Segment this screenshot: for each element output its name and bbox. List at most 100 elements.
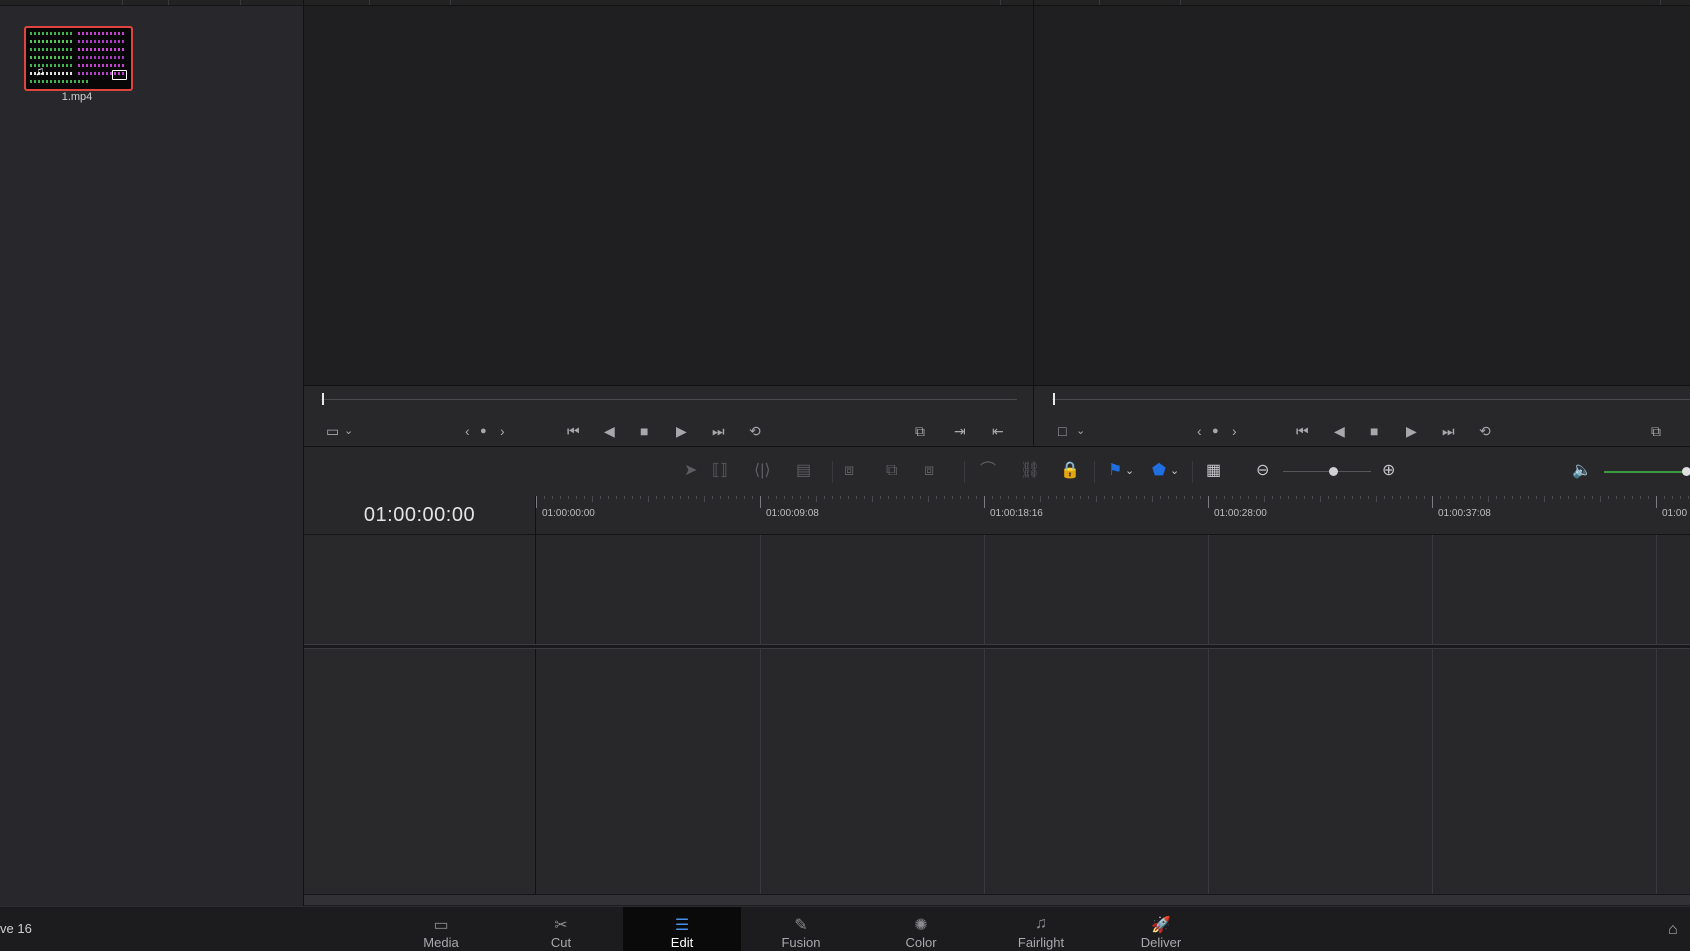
film-frame-icon[interactable]: ▭ — [326, 423, 339, 439]
chevron-down-icon[interactable]: ⌄ — [1125, 464, 1134, 478]
ruler-tick — [904, 496, 905, 499]
timeline-playhead[interactable] — [1053, 393, 1055, 405]
tab-label: Color — [905, 935, 937, 950]
reverse-play-icon[interactable]: ◀ — [604, 423, 615, 439]
audio-track-area[interactable] — [536, 649, 1690, 894]
prev-icon[interactable]: ‹ — [465, 423, 470, 439]
viewer-header — [304, 0, 1033, 6]
ruler-tick — [928, 496, 929, 502]
ruler-tick — [1256, 496, 1257, 499]
selection-tool-icon[interactable]: ➤ — [684, 463, 697, 479]
home-icon[interactable]: ⌂ — [1668, 921, 1678, 939]
lock-icon[interactable]: 🔒 — [1060, 463, 1080, 479]
clip-thumbnail[interactable]: ♫ — [24, 26, 133, 91]
audio-track-header[interactable] — [304, 649, 536, 894]
tab-fairlight[interactable]: ♫ Fairlight — [982, 907, 1100, 951]
frame-icon[interactable]: □ — [1058, 423, 1066, 439]
ruler-tick — [1664, 496, 1665, 499]
dot-icon[interactable]: ● — [480, 423, 487, 439]
stop-icon[interactable]: ■ — [1370, 423, 1378, 439]
jump-to-end-icon[interactable]: ⏭ — [1442, 423, 1455, 439]
ruler-tick — [1288, 496, 1289, 499]
loop-icon[interactable]: ⟲ — [1479, 423, 1491, 439]
ruler-tick — [1168, 496, 1169, 499]
ruler-tick — [1624, 496, 1625, 499]
timeline-horizontal-scrollbar[interactable] — [304, 894, 1690, 905]
volume-slider-track[interactable] — [1604, 471, 1686, 473]
ruler-tick — [816, 496, 817, 502]
ruler-label: 01:00 — [1662, 508, 1688, 519]
source-playhead[interactable] — [322, 393, 324, 405]
ruler-tick — [888, 496, 889, 499]
ruler-tick — [752, 496, 753, 499]
dot-icon[interactable]: ● — [1212, 423, 1219, 439]
ruler-tick — [1152, 496, 1153, 502]
video-track-area[interactable] — [536, 535, 1690, 644]
ruler-tick — [1480, 496, 1481, 499]
tab-edit[interactable]: ☰ Edit — [623, 907, 741, 951]
dynamic-trim-icon[interactable]: ⟨|⟩ — [754, 463, 771, 479]
speaker-icon[interactable]: 🔈 — [1572, 463, 1592, 479]
timecode-display[interactable]: 01:00:00:00 — [304, 496, 536, 535]
ruler-tick — [880, 496, 881, 499]
ruler-tick — [1512, 496, 1513, 499]
ruler-tick — [1464, 496, 1465, 499]
trim-tool-icon[interactable]: ⟦⟧ — [712, 463, 728, 479]
ruler-tick — [1112, 496, 1113, 499]
timeline-ruler[interactable]: 01:00:00:00 01:00:09:08 01:00:18:16 01:0… — [536, 496, 1690, 535]
tab-color[interactable]: ✺ Color — [862, 907, 980, 951]
snapping-icon[interactable]: ⌒ — [980, 463, 996, 479]
chevron-down-icon[interactable]: ⌄ — [344, 423, 353, 439]
timeline-view-options-icon[interactable]: ▦ — [1206, 463, 1221, 479]
prev-icon[interactable]: ‹ — [1197, 423, 1202, 439]
zoom-out-icon[interactable]: ⊖ — [1256, 463, 1269, 479]
video-clip-icon — [112, 70, 127, 80]
volume-slider-handle[interactable] — [1682, 467, 1690, 476]
ruler-tick — [1040, 496, 1041, 502]
mark-out-icon[interactable]: ⇤ — [992, 423, 1004, 439]
tab-cut[interactable]: ✂ Cut — [502, 907, 620, 951]
link-icon[interactable]: ⛓ — [1020, 463, 1040, 479]
timeline-scrubber[interactable]: □ ⌄ ‹ ● › ⏮ ◀ ■ ▶ ⏭ ⟲ ⧉ — [1034, 385, 1690, 446]
jump-to-start-icon[interactable]: ⏮ — [567, 423, 580, 439]
jump-to-start-icon[interactable]: ⏮ — [1296, 423, 1309, 439]
ruler-tick — [1144, 496, 1145, 499]
chevron-down-icon[interactable]: ⌄ — [1170, 464, 1179, 478]
match-frame-icon[interactable]: ⧉ — [1651, 423, 1661, 439]
zoom-in-icon[interactable]: ⊕ — [1382, 463, 1395, 479]
match-frame-icon[interactable]: ⧉ — [915, 423, 925, 439]
clip-name: 1.mp4 — [61, 91, 93, 103]
replace-clip-icon[interactable]: ⧈ — [924, 463, 934, 479]
tab-media[interactable]: ▭ Media — [382, 907, 500, 951]
jump-to-end-icon[interactable]: ⏭ — [712, 423, 725, 439]
tab-deliver[interactable]: 🚀 Deliver — [1102, 907, 1220, 951]
next-icon[interactable]: › — [1232, 423, 1237, 439]
ruler-tick — [704, 496, 705, 502]
stop-icon[interactable]: ■ — [640, 423, 648, 439]
play-icon[interactable]: ▶ — [1406, 423, 1417, 439]
loop-icon[interactable]: ⟲ — [749, 423, 761, 439]
insert-clip-icon[interactable]: ⧈ — [844, 463, 854, 479]
source-scrubber[interactable]: ▭ ⌄ ‹ ● › ⏮ ◀ ■ ▶ ⏭ ⟲ ⧉ ⇥ ⇤ — [304, 385, 1033, 446]
next-icon[interactable]: › — [500, 423, 505, 439]
blade-tool-icon[interactable]: ▤ — [796, 463, 811, 479]
cut-icon: ✂ — [554, 917, 568, 934]
ruler-tick — [672, 496, 673, 499]
tab-fusion[interactable]: ✎ Fusion — [742, 907, 860, 951]
reverse-play-icon[interactable]: ◀ — [1334, 423, 1345, 439]
ruler-tick — [1472, 496, 1473, 499]
chevron-down-icon[interactable]: ⌄ — [1076, 423, 1085, 439]
flag-icon[interactable]: ⚑ — [1108, 463, 1122, 479]
ruler-tick — [1176, 496, 1177, 499]
video-track-header[interactable] — [304, 535, 536, 644]
zoom-slider-track[interactable] — [1283, 471, 1371, 472]
marker-icon[interactable]: ⬟ — [1152, 463, 1166, 479]
play-icon[interactable]: ▶ — [676, 423, 687, 439]
audio-note-icon: ♫ — [35, 64, 44, 78]
mark-in-icon[interactable]: ⇥ — [954, 423, 966, 439]
overwrite-clip-icon[interactable]: ⧉ — [886, 463, 897, 479]
ruler-tick — [920, 496, 921, 499]
ruler-tick — [1120, 496, 1121, 499]
deliver-icon: 🚀 — [1151, 917, 1171, 934]
zoom-slider-handle[interactable] — [1329, 467, 1338, 476]
